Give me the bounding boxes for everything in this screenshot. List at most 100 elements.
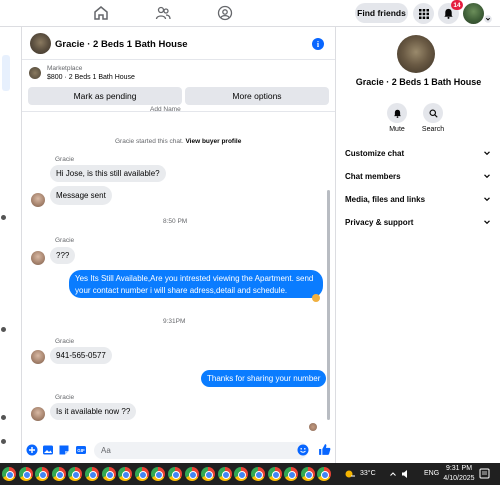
friends-icon[interactable] <box>155 5 171 21</box>
message-bubble[interactable]: ??? <box>50 247 76 264</box>
compose-bar: GIF Aa <box>22 438 335 463</box>
taskbar-chrome-icon[interactable] <box>184 467 199 481</box>
taskbar-chrome-icon[interactable] <box>267 467 282 481</box>
listing-title[interactable]: $800 · 2 Beds 1 Bath House <box>47 74 135 81</box>
gif-icon[interactable]: GIF <box>75 444 87 456</box>
taskbar-chrome-icon[interactable] <box>2 467 16 481</box>
like-icon[interactable] <box>318 443 331 456</box>
notification-center-icon[interactable] <box>479 468 490 479</box>
taskbar-chrome-icon[interactable] <box>284 467 299 481</box>
chevron-down-icon <box>484 174 490 179</box>
side-avatar[interactable] <box>1 439 6 444</box>
taskbar-chrome-icon[interactable] <box>118 467 133 481</box>
message-bubble[interactable]: 941-565-0577 <box>50 347 112 364</box>
photo-icon[interactable] <box>42 444 54 456</box>
more-options-button[interactable]: More options <box>185 87 329 105</box>
message-bubble-outgoing[interactable]: Yes Its Still Available,Are you intreste… <box>69 270 323 298</box>
plus-circle-icon[interactable] <box>26 444 38 456</box>
groups-icon[interactable] <box>217 5 233 21</box>
windows-taskbar: 33°C ENG 9:31 PM 4/10/2025 <box>0 463 500 485</box>
weather-icon[interactable] <box>344 469 356 479</box>
scrollbar-thumb[interactable] <box>327 190 330 420</box>
sticker-icon[interactable] <box>58 444 70 456</box>
find-friends-button[interactable]: Find friends <box>355 3 408 23</box>
seen-indicator <box>312 294 320 302</box>
chevron-down-icon[interactable] <box>484 15 492 23</box>
search-button[interactable]: Search <box>413 103 453 133</box>
sender-name: Gracie <box>55 394 75 401</box>
sender-avatar[interactable] <box>31 407 45 421</box>
svg-text:GIF: GIF <box>77 448 85 453</box>
side-avatar[interactable] <box>1 415 6 420</box>
sender-avatar[interactable] <box>31 350 45 364</box>
message-bubble[interactable]: Hi Jose, is this still available? <box>50 165 166 182</box>
bell-icon <box>393 109 401 118</box>
chat-details-avatar[interactable] <box>397 35 435 73</box>
top-navigation-bar: Find friends 14 <box>0 0 500 27</box>
side-avatar[interactable] <box>1 327 6 332</box>
taskbar-chrome-icon[interactable] <box>168 467 182 481</box>
sender-avatar[interactable] <box>31 251 45 265</box>
sender-name: Gracie <box>55 338 75 345</box>
listing-thumbnail[interactable] <box>29 67 41 79</box>
taskbar-chrome-icon[interactable] <box>217 467 232 481</box>
message-bubble[interactable]: Is it available now ?? <box>50 403 137 420</box>
mark-pending-button[interactable]: Mark as pending <box>28 87 182 105</box>
media-files-links-row[interactable]: Media, files and links <box>345 192 491 206</box>
active-item-highlight <box>2 55 10 91</box>
mute-button[interactable]: Mute <box>377 103 417 133</box>
sender-avatar[interactable] <box>31 193 45 207</box>
taskbar-chrome-icon[interactable] <box>234 467 249 481</box>
chat-title[interactable]: Gracie · 2 Beds 1 Bath House <box>55 39 188 50</box>
chat-started-text: Gracie started this chat. View buyer pro… <box>115 138 242 145</box>
taskbar-chrome-icon[interactable] <box>300 467 315 481</box>
notification-badge: 14 <box>451 0 463 10</box>
left-sidebar-strip <box>0 27 22 463</box>
taskbar-chrome-icon[interactable] <box>251 467 265 481</box>
message-bubble-outgoing[interactable]: Thanks for sharing your number <box>201 370 327 387</box>
taskbar-chrome-icon[interactable] <box>35 467 50 481</box>
emoji-icon[interactable] <box>297 444 309 456</box>
privacy-support-row[interactable]: Privacy & support <box>345 215 491 229</box>
chevron-up-icon[interactable] <box>389 470 397 478</box>
partial-top-text: Add Name <box>150 106 181 113</box>
volume-icon[interactable] <box>401 469 411 479</box>
sender-name: Gracie <box>55 156 75 163</box>
view-buyer-profile-link[interactable]: View buyer profile <box>185 138 241 145</box>
info-icon[interactable]: i <box>312 38 324 50</box>
message-bubble[interactable]: Message sent <box>50 186 112 205</box>
timestamp: 9:31PM <box>163 318 186 325</box>
message-input[interactable]: Aa <box>94 442 308 459</box>
chat-avatar[interactable] <box>30 33 51 54</box>
clock-time[interactable]: 9:31 PM <box>444 465 474 472</box>
taskbar-chrome-icon[interactable] <box>85 467 99 481</box>
chat-details-title: Gracie · 2 Beds 1 Bath House <box>355 77 482 87</box>
menu-grid-button[interactable] <box>413 3 434 24</box>
chat-details-panel: Gracie · 2 Beds 1 Bath House Mute Search… <box>335 27 500 463</box>
taskbar-chrome-icon[interactable] <box>134 467 149 481</box>
customize-chat-row[interactable]: Customize chat <box>345 146 491 160</box>
bell-icon <box>444 8 453 19</box>
taskbar-chrome-icon[interactable] <box>201 467 216 481</box>
taskbar-chrome-icon[interactable] <box>51 467 66 481</box>
taskbar-chrome-icon[interactable] <box>317 467 332 481</box>
language-indicator[interactable]: ENG <box>424 470 439 477</box>
menu-grid-icon <box>418 8 429 19</box>
taskbar-chrome-icon[interactable] <box>68 467 83 481</box>
home-icon[interactable] <box>93 5 109 21</box>
weather-temp[interactable]: 33°C <box>360 470 376 477</box>
chat-members-row[interactable]: Chat members <box>345 169 491 183</box>
search-icon <box>428 108 438 118</box>
taskbar-chrome-icon[interactable] <box>151 467 166 481</box>
search-label: Search <box>421 126 445 133</box>
taskbar-chrome-icon[interactable] <box>101 467 116 481</box>
profile-avatar[interactable] <box>463 3 484 24</box>
taskbar-chrome-icon[interactable] <box>18 467 33 481</box>
chat-header: Gracie · 2 Beds 1 Bath House i <box>22 27 335 60</box>
chevron-down-icon <box>484 197 490 202</box>
side-avatar[interactable] <box>1 215 6 220</box>
messages-area[interactable]: Add Name Gracie started this chat. View … <box>22 106 335 438</box>
sender-name: Gracie <box>55 237 75 244</box>
clock-date[interactable]: 4/10/2025 <box>441 475 477 482</box>
seen-avatar <box>309 423 317 431</box>
